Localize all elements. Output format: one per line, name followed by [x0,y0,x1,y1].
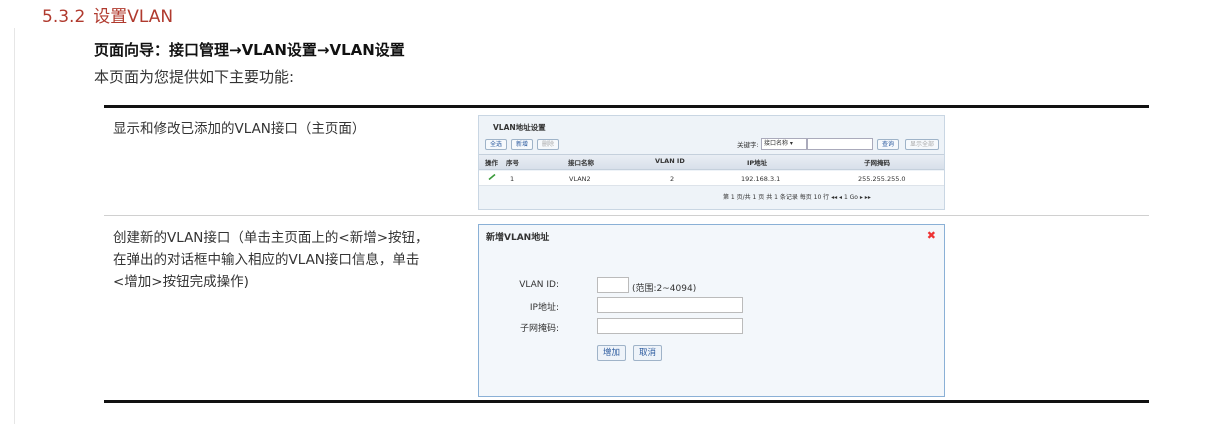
table-cell: VLAN2 [569,175,591,183]
section-title: 5.3.2 设置VLAN [42,2,173,27]
page-navigation: 页面向导：接口管理→VLAN设置→VLAN设置 [94,41,405,59]
desc-line: 在弹出的对话框中输入相应的VLAN接口信息，单击 [113,252,420,268]
desc-line: <增加>按钮完成操作) [113,274,249,290]
keyword-input [807,138,873,150]
desc-line: 显示和修改已添加的VLAN接口（主页面） [113,121,366,137]
select-all-button: 全选 [485,139,508,150]
show-all-button: 显示全部 [905,139,940,150]
table-cell: 255.255.255.0 [858,175,906,183]
vlan-id-input [597,277,629,293]
section-number: 5.3.2 [42,7,86,27]
add-new-button: 新增 [511,139,534,150]
row-2-description: 创建新的VLAN接口（单击主页面上的<新增>按钮， 在弹出的对话框中输入相应的V… [113,227,473,293]
add-vlan-dialog-screenshot: 新增VLAN地址 ✖ VLAN ID: (范围:2~4094) IP地址: 子网… [478,224,945,397]
pager: 第 1 页/共 1 页 共 1 条记录 每页 10 行 ◂◂ ◂ 1 Go ▸ … [723,194,871,201]
table-top-rule [104,105,1149,108]
row-1-description: 显示和修改已添加的VLAN接口（主页面） [113,118,473,140]
vlan-id-label: VLAN ID: [519,280,559,290]
header-cell: 子网掩码 [864,159,890,167]
delete-button: 删除 [537,139,560,150]
subnet-mask-input [597,318,743,334]
header-cell: IP地址 [747,159,768,167]
query-button: 查询 [877,139,900,150]
keyword-select: 接口名称 ▾ [761,138,807,150]
ip-address-input [597,297,743,313]
dialog-title: 新增VLAN地址 [486,233,550,243]
intro-text: 本页面为您提供如下主要功能: [94,68,295,86]
cancel-button: 取消 [633,345,663,361]
keyword-label: 关键字: [737,141,759,149]
table-cell: 1 [510,175,515,183]
subnet-mask-label: 子网掩码: [519,324,559,334]
header-cell: VLAN ID [655,157,685,165]
header-cell: 操作 [485,159,498,167]
ip-address-label: IP地址: [529,303,559,313]
left-rule [14,28,15,424]
close-icon: ✖ [926,229,936,242]
section-title-text: 设置VLAN [93,7,174,27]
table-cell: 192.168.3.1 [741,175,781,183]
table-cell: 2 [670,175,675,183]
desc-line: 创建新的VLAN接口（单击主页面上的<新增>按钮， [113,230,429,246]
vlan-list-screenshot: VLAN地址设置 全选 新增 删除 关键字: 接口名称 ▾ 查询 显示全部 操作… [478,115,945,210]
range-hint: (范围:2~4094) [632,284,697,294]
add-button: 增加 [597,345,627,361]
screenshot-title: VLAN地址设置 [493,123,546,132]
header-cell: 序号 [506,159,519,167]
table-bottom-rule [104,400,1149,403]
table-row-divider [104,215,1149,216]
header-cell: 接口名称 [568,159,594,167]
edit-pencil-icon [488,174,496,180]
